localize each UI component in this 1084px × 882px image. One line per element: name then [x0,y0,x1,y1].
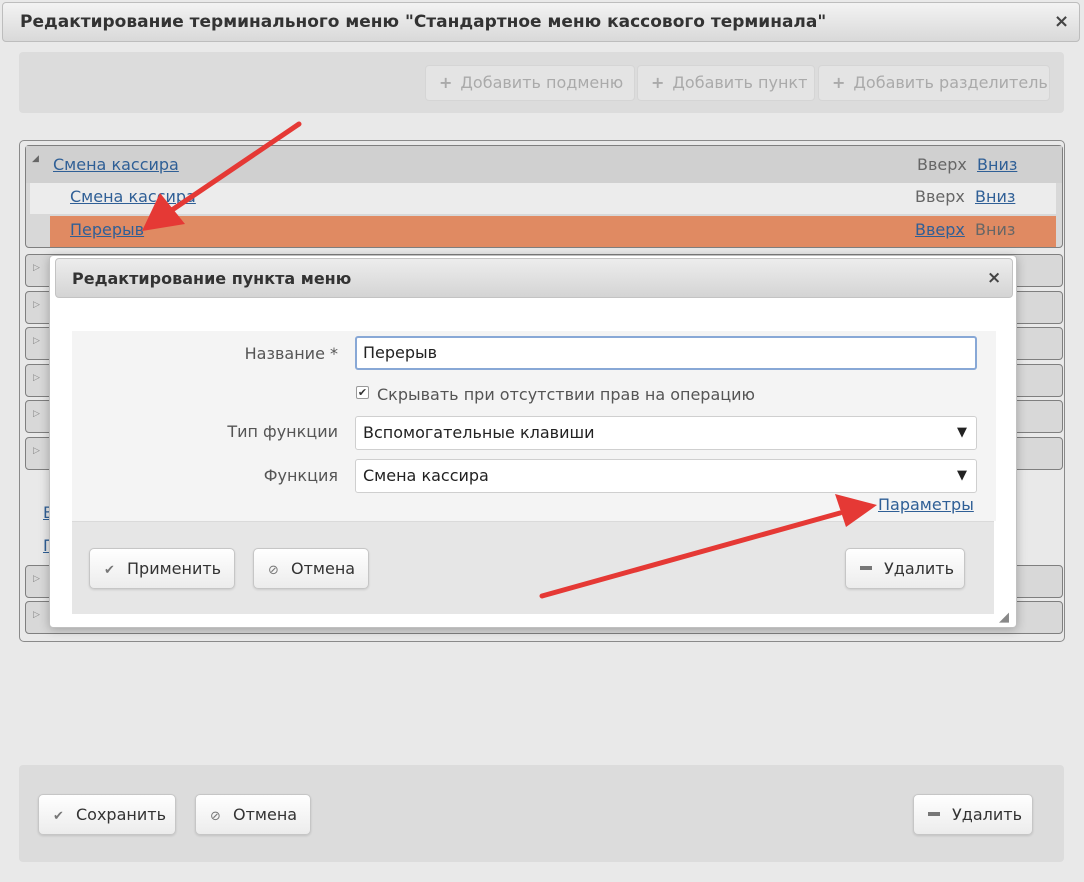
chevron-down-icon[interactable]: ▼ [957,460,967,492]
tree-child-down[interactable]: Вниз [975,187,1015,206]
cancel-icon: ⊘ [268,563,279,578]
window-title: Редактирование терминального меню "Станд… [20,12,827,32]
window-close-icon[interactable]: × [1054,11,1069,32]
collapsed-triangle-icon[interactable]: ▷ [33,263,40,273]
collapsed-triangle-icon[interactable]: ▷ [33,300,40,310]
dialog-cancel-button[interactable]: ⊘ Отмена [253,548,369,589]
name-input[interactable]: Перерыв [355,336,977,370]
func-type-label: Тип функции [227,422,338,441]
dialog-delete-button[interactable]: Удалить [845,548,965,589]
dialog-cancel-button-label: Отмена [291,559,356,578]
collapsed-triangle-icon[interactable]: ▷ [33,336,40,346]
minus-icon [860,565,872,570]
tree-child-down: Вниз [975,220,1016,239]
tree-root-down[interactable]: Вниз [977,155,1017,174]
chevron-down-icon[interactable]: ▼ [957,417,967,449]
cancel-button[interactable]: ⊘ Отмена [195,794,311,835]
cancel-icon: ⊘ [210,809,221,824]
apply-button-label: Применить [127,559,222,578]
minus-icon [928,811,940,816]
tree-root-up: Вверх [917,155,967,174]
function-label: Функция [263,466,338,485]
add-submenu-button[interactable]: + Добавить подменю [425,65,635,101]
func-type-select[interactable]: Вспомогательные клавиши ▼ [355,416,977,450]
plus-icon: + [832,73,846,92]
add-item-label: Добавить пункт [672,73,808,92]
tree-child-up: Вверх [915,187,965,206]
plus-icon: + [439,73,453,92]
plus-icon: + [651,73,665,92]
tree-root-label[interactable]: Смена кассира [53,155,179,174]
toolbar: + Добавить подменю + Добавить пункт + Добав… [19,52,1064,113]
dialog-delete-button-label: Удалить [884,559,954,578]
collapsed-triangle-icon[interactable]: ▷ [33,610,40,620]
delete-button[interactable]: Удалить [913,794,1033,835]
tree-child-up[interactable]: Вверх [915,220,965,239]
apply-button[interactable]: ✔ Применить [89,548,235,589]
collapsed-triangle-icon[interactable]: ▷ [33,373,40,383]
save-button[interactable]: ✔ Сохранить [38,794,176,835]
tree-child-row-selected[interactable] [50,216,1056,247]
add-item-button[interactable]: + Добавить пункт [637,65,815,101]
add-separator-button[interactable]: + Добавить разделитель [818,65,1050,101]
dialog-close-icon[interactable]: × [987,268,1001,288]
collapsed-triangle-icon[interactable]: ▷ [33,574,40,584]
function-select[interactable]: Смена кассира ▼ [355,459,977,493]
save-button-label: Сохранить [76,805,166,824]
expanded-triangle-icon[interactable]: ◢ [32,154,39,164]
tree-child-label[interactable]: Перерыв [70,220,144,239]
add-submenu-label: Добавить подменю [460,73,624,92]
function-value: Смена кассира [363,466,489,485]
hide-checkbox[interactable]: ✔ [356,386,369,399]
add-separator-label: Добавить разделитель [853,73,1048,92]
resize-grip-icon[interactable]: ◢ [999,610,1009,625]
name-label: Название * [244,344,338,363]
check-icon: ✔ [104,563,115,578]
cancel-button-label: Отмена [233,805,298,824]
tree-root-row[interactable] [26,146,1062,183]
collapsed-triangle-icon[interactable]: ▷ [33,409,40,419]
collapsed-triangle-icon[interactable]: ▷ [33,446,40,456]
params-link[interactable]: Параметры [878,495,974,514]
func-type-value: Вспомогательные клавиши [363,423,595,442]
hide-checkbox-label[interactable]: Скрывать при отсутствии прав на операцию [377,385,755,404]
tree-child-label[interactable]: Смена кассира [70,187,196,206]
dialog-title: Редактирование пункта меню [72,269,352,288]
delete-button-label: Удалить [952,805,1022,824]
check-icon: ✔ [53,809,64,824]
